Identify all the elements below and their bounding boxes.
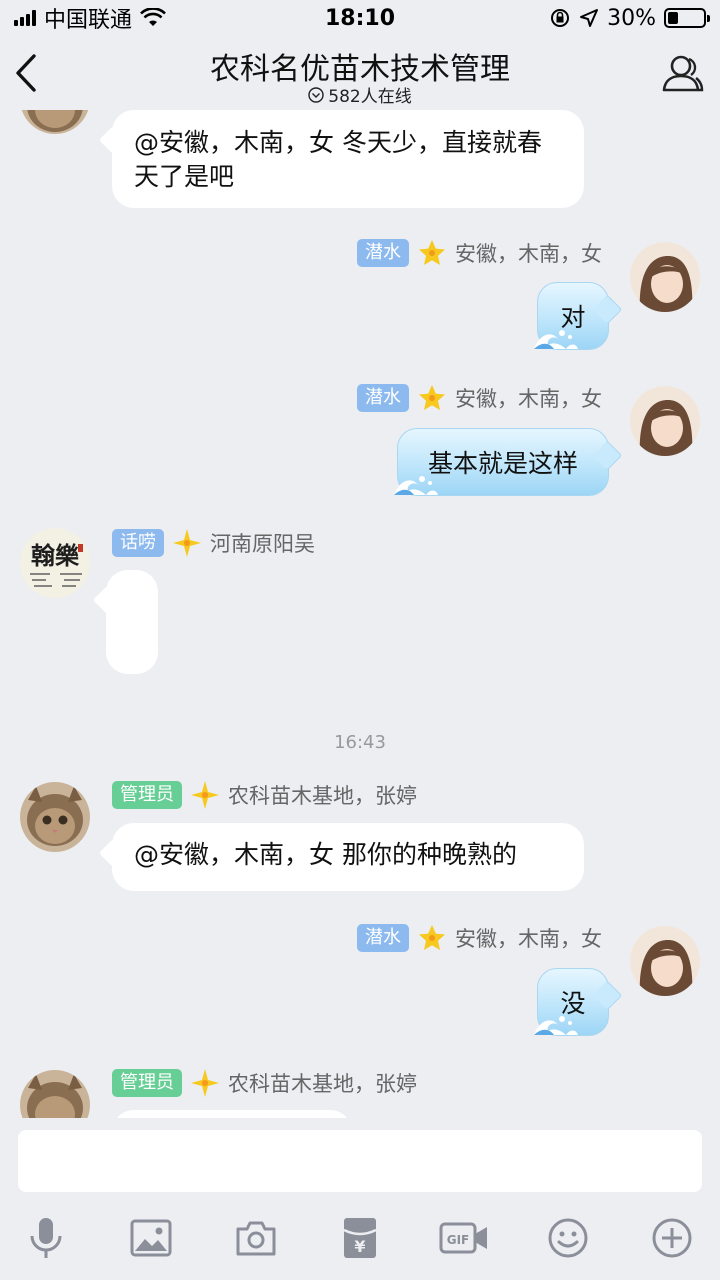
- message-text: 基本就是这样: [427, 449, 578, 478]
- sparkle-icon: [191, 781, 219, 809]
- message-text: 没: [560, 989, 586, 1018]
- sender-name[interactable]: 河南原阳吴: [210, 528, 315, 558]
- input-toolbar: ¥ GIF: [0, 1200, 720, 1280]
- sparkle-icon: [173, 529, 201, 557]
- calligraphy-text: 翰樂: [31, 541, 80, 570]
- message-input[interactable]: [18, 1130, 702, 1192]
- red-packet-icon[interactable]: ¥: [336, 1214, 384, 1262]
- member-badge: 话唠: [112, 529, 164, 557]
- sender-name[interactable]: 农科苗木基地，张婷: [228, 1068, 417, 1098]
- sender-row: 潜水 安徽，木南，女: [357, 383, 602, 413]
- sender-row: 潜水 安徽，木南，女: [357, 923, 602, 953]
- sparkle-icon: [191, 1069, 219, 1097]
- battery-icon: [664, 8, 710, 28]
- message-bubble[interactable]: 基本就是这样: [394, 428, 609, 496]
- emoji-icon[interactable]: [544, 1214, 592, 1262]
- avatar[interactable]: [20, 110, 90, 134]
- star-icon: [419, 240, 445, 265]
- message-text: @安徽，木南，女 冬天少，直接就春天了是吧: [134, 128, 542, 191]
- avatar[interactable]: [630, 386, 700, 456]
- message-bubble[interactable]: 对: [534, 282, 609, 350]
- avatar[interactable]: [630, 926, 700, 996]
- member-badge: 潜水: [357, 384, 409, 412]
- sender-row: 管理员 农科苗木基地，张婷: [112, 780, 417, 810]
- avatar[interactable]: 翰樂: [20, 528, 90, 598]
- status-right: 30%: [549, 5, 710, 31]
- gif-icon[interactable]: GIF: [438, 1214, 490, 1262]
- sender-row: 潜水 安徽，木南，女: [357, 238, 602, 268]
- svg-text:¥: ¥: [354, 1237, 365, 1256]
- location-icon: [580, 9, 599, 27]
- message-bubble[interactable]: @安徽，木南，女 那你的种晚熟的: [112, 823, 584, 891]
- sender-name[interactable]: 安徽，木南，女: [455, 383, 602, 413]
- chevron-down-icon: [308, 86, 324, 103]
- admin-badge: 管理员: [112, 1069, 182, 1097]
- message-bubble[interactable]: 没: [534, 968, 609, 1036]
- message-text: @安徽，木南，女 那你的种晚熟的: [134, 840, 517, 869]
- message-bubble[interactable]: [106, 570, 158, 674]
- avatar[interactable]: [630, 242, 700, 312]
- rotation-lock-icon: [551, 9, 570, 27]
- avatar[interactable]: [20, 782, 90, 852]
- message-text: 对: [560, 303, 586, 332]
- chat-area[interactable]: @安徽，木南，女 冬天少，直接就春天了是吧 潜水 安徽，木南，女 对 潜水 安徽…: [0, 110, 720, 1118]
- message-bubble[interactable]: @安徽，木南，女 冬天少，直接就春天了是吧: [112, 110, 584, 208]
- avatar[interactable]: [20, 1070, 90, 1118]
- timestamp: 16:43: [334, 732, 386, 753]
- battery-percent: 30%: [607, 5, 656, 31]
- star-icon: [419, 925, 445, 950]
- camera-icon[interactable]: [232, 1214, 280, 1262]
- image-icon[interactable]: [127, 1214, 175, 1262]
- sender-name[interactable]: 农科苗木基地，张婷: [228, 780, 417, 810]
- wifi-icon: [140, 8, 166, 26]
- sender-name[interactable]: 安徽，木南，女: [455, 923, 602, 953]
- svg-text:GIF: GIF: [447, 1233, 470, 1247]
- sender-row: 管理员 农科苗木基地，张婷: [112, 1068, 417, 1098]
- carrier-group: 中国联通: [14, 2, 166, 34]
- member-badge: 潜水: [357, 239, 409, 267]
- sender-name[interactable]: 安徽，木南，女: [455, 238, 602, 268]
- plus-icon[interactable]: [648, 1214, 696, 1262]
- star-icon: [419, 385, 445, 410]
- online-count-label: 582人在线: [328, 87, 412, 107]
- message-bubble[interactable]: [112, 1110, 352, 1118]
- online-count[interactable]: 582人在线: [0, 82, 720, 107]
- status-bar: 中国联通 18:10 30%: [0, 0, 720, 36]
- carrier-name: 中国联通: [44, 8, 133, 33]
- sender-row: 话唠 河南原阳吴: [112, 528, 315, 558]
- nav-bar: 农科名优苗木技术管理 582人在线: [0, 36, 720, 110]
- group-members-icon[interactable]: [660, 50, 706, 96]
- member-badge: 潜水: [357, 924, 409, 952]
- microphone-icon[interactable]: [22, 1214, 70, 1262]
- signal-icon: [14, 10, 36, 26]
- admin-badge: 管理员: [112, 781, 182, 809]
